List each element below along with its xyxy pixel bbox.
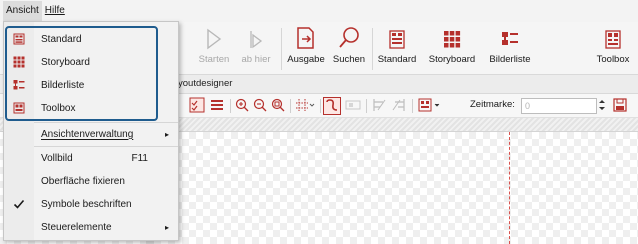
view-toolbox-button[interactable]: Toolbox: [590, 22, 636, 74]
zoom-fit-button[interactable]: [270, 97, 286, 115]
timestamp-spinner[interactable]: [597, 97, 607, 115]
menu-item-ansichtenverwaltung[interactable]: Ansichtenverwaltung ▸: [4, 123, 178, 145]
submenu-arrow-icon: ▸: [164, 129, 169, 139]
zoom-in-button[interactable]: [234, 97, 250, 115]
timestamp-input[interactable]: 0: [521, 98, 597, 114]
menu-item-oberflaeche-fixieren[interactable]: Oberfläche fixieren: [4, 170, 178, 192]
layout-icon: [417, 98, 443, 115]
zoom-out-icon: [253, 98, 267, 115]
output-button[interactable]: Ausgabe: [284, 22, 328, 74]
zoom-fit-icon: [271, 98, 285, 115]
connector-button[interactable]: [323, 97, 341, 115]
menu-item-toolbox[interactable]: Toolbox: [4, 97, 178, 119]
view-image-list-button[interactable]: Bilderliste: [484, 22, 536, 74]
connector-icon: [325, 98, 339, 115]
timestamp-label: Zeitmarke:: [470, 99, 515, 110]
menu-item-storyboard[interactable]: Storyboard: [4, 51, 178, 73]
ribbon-separator: [281, 28, 282, 70]
menu-item-vollbild[interactable]: Vollbild F11: [4, 147, 178, 169]
export-icon: [295, 22, 317, 50]
document-tab[interactable]: youtdesigner: [178, 78, 232, 89]
image-list-icon: [500, 22, 520, 50]
menu-item-standard[interactable]: Standard: [4, 28, 178, 50]
menu-item-symbole-beschriften[interactable]: Symbole beschriften: [4, 193, 178, 215]
ribbon-separator: [372, 28, 373, 70]
align-left-icon: [371, 98, 387, 115]
start-button[interactable]: Starten: [196, 22, 232, 74]
align-left-button[interactable]: [370, 97, 388, 115]
storyboard-icon: [442, 22, 462, 50]
zoom-in-icon: [235, 98, 249, 115]
start-from-here-button[interactable]: ab hier: [238, 22, 274, 74]
toolbar-separator: [290, 99, 291, 113]
submenu-arrow-icon: ▸: [164, 222, 169, 232]
frame-icon: [345, 98, 361, 115]
grid-button[interactable]: [294, 97, 316, 115]
time-guide-line: [509, 132, 510, 244]
align-right-icon: [391, 98, 407, 115]
align-right-button[interactable]: [390, 97, 408, 115]
highlight-select-button[interactable]: [188, 97, 206, 115]
standard-view-icon: [387, 22, 407, 50]
view-menu-dropdown: Standard Storyboard Bilderliste Toolbox …: [3, 21, 179, 241]
menubar: Ansicht Hilfe: [0, 0, 638, 22]
play-icon: [205, 22, 223, 50]
toolbar-separator: [320, 99, 321, 113]
menu-item-steuerelemente[interactable]: Steuerelemente ▸: [4, 216, 178, 238]
play-from-here-icon: [247, 22, 265, 50]
checklist-icon: [189, 97, 205, 116]
save-button[interactable]: [612, 97, 628, 115]
menu-ansicht[interactable]: Ansicht: [3, 1, 42, 21]
shortcut-label: F11: [131, 152, 149, 164]
spinner-arrows-icon: [598, 98, 606, 115]
grid-icon: [295, 98, 315, 115]
view-standard-button[interactable]: Standard: [374, 22, 420, 74]
standard-view-icon: [13, 33, 25, 45]
toolbox-icon: [13, 102, 25, 114]
list-icon: [209, 97, 225, 116]
frame-button[interactable]: [344, 97, 362, 115]
storyboard-icon: [13, 56, 25, 68]
search-button[interactable]: Suchen: [330, 22, 368, 74]
toolbar-separator: [412, 99, 413, 113]
image-list-icon: [13, 79, 25, 91]
toolbox-icon: [603, 22, 623, 50]
save-icon: [613, 97, 627, 115]
menu-item-bilderliste[interactable]: Bilderliste: [4, 74, 178, 96]
layout-dropdown-button[interactable]: [416, 97, 444, 115]
list-view-button[interactable]: [208, 97, 226, 115]
toolbar-separator: [230, 99, 231, 113]
view-storyboard-button[interactable]: Storyboard: [424, 22, 480, 74]
search-icon: [338, 22, 360, 50]
checkmark-icon: [13, 198, 25, 210]
menu-hilfe[interactable]: Hilfe: [42, 1, 68, 21]
zoom-out-button[interactable]: [252, 97, 268, 115]
toolbar-separator: [366, 99, 367, 113]
